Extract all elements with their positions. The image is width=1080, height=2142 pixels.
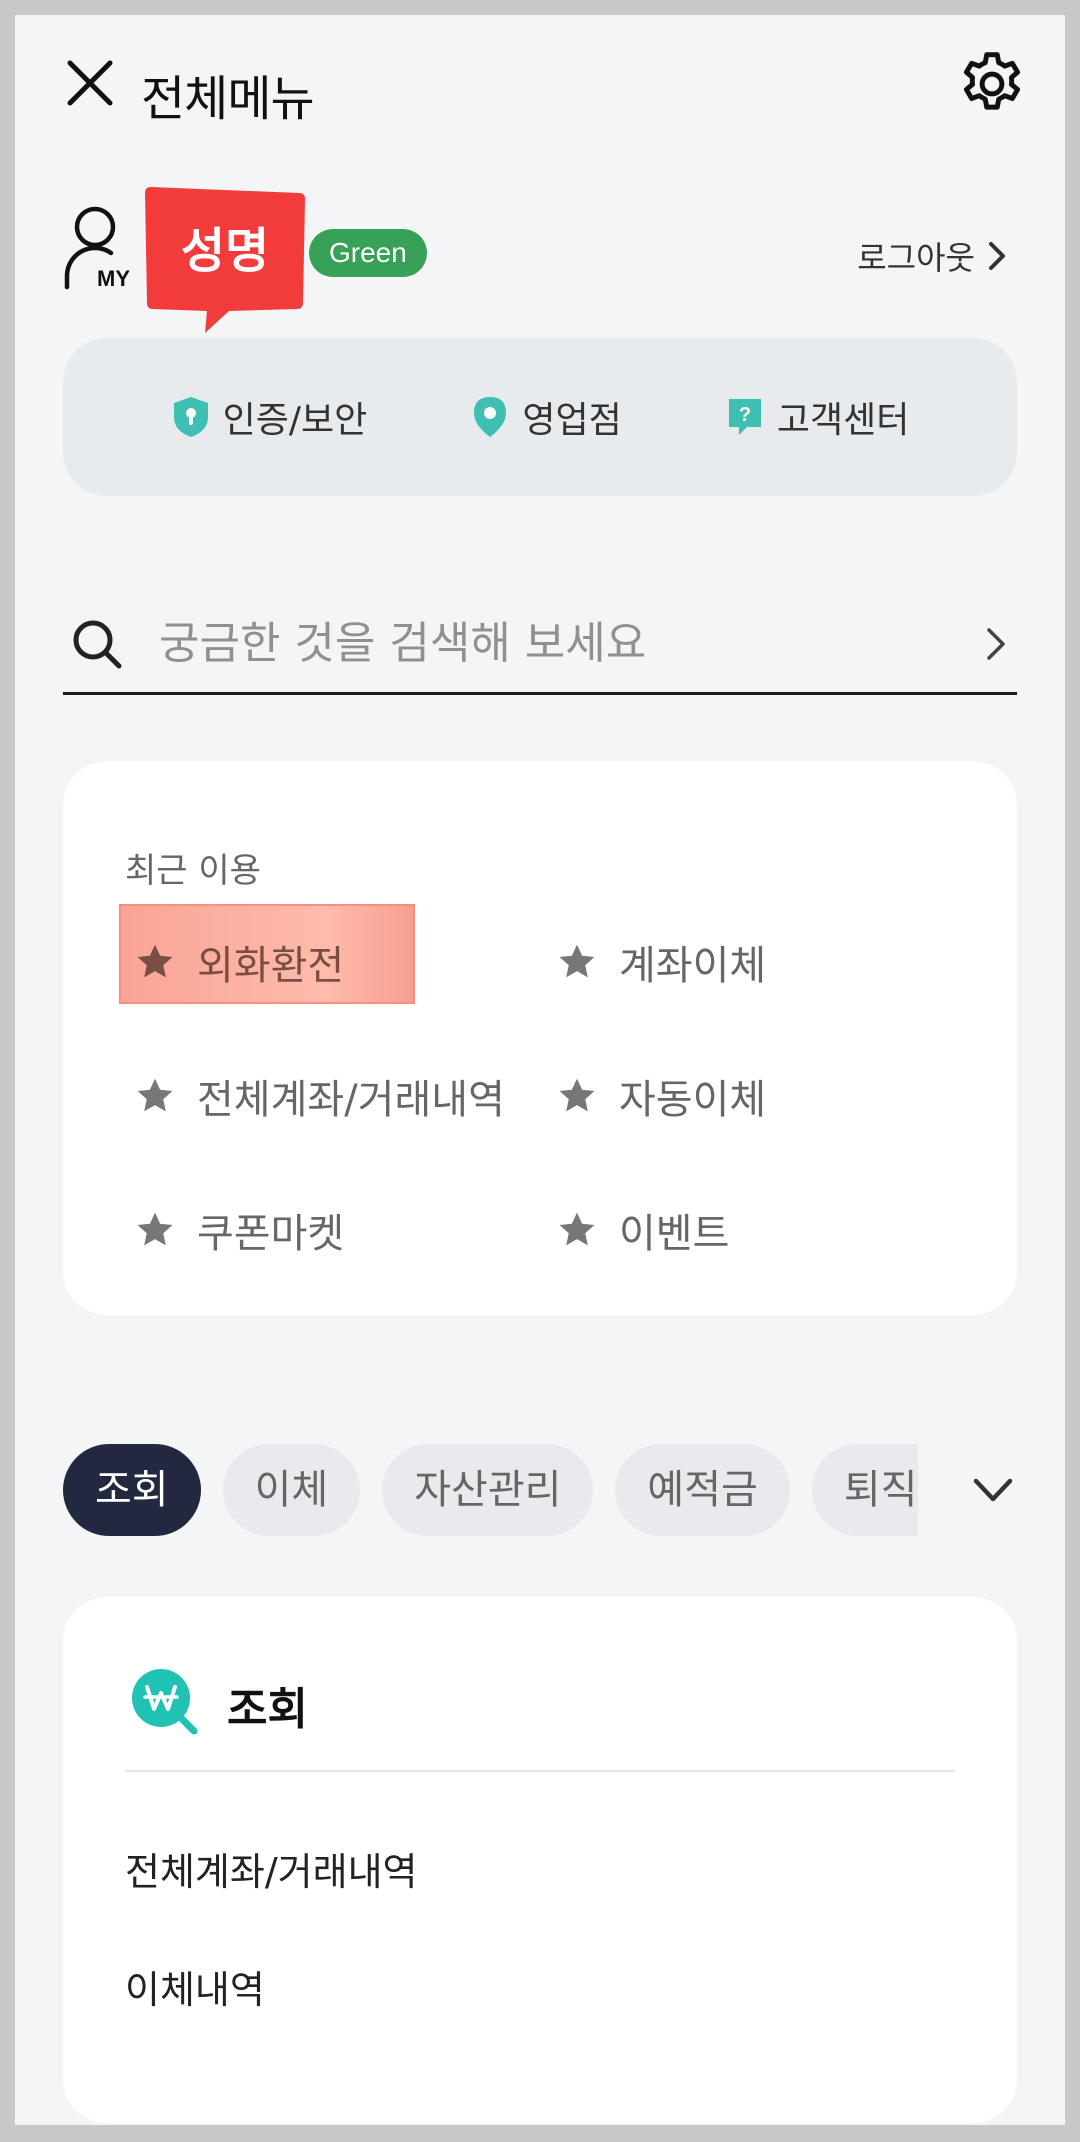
category-tabs: 조회 이체 자산관리 예적금 퇴직연금 — [63, 1444, 943, 1536]
recent-item-coupon-market[interactable]: 쿠폰마켓 — [133, 1201, 344, 1259]
recent-item-label: 자동이체 — [619, 1077, 767, 1123]
search-icon — [73, 620, 122, 668]
recent-item-transfer[interactable]: 계좌이체 — [555, 933, 766, 991]
won-search-icon — [132, 1669, 198, 1735]
logout-label: 로그아웃 — [857, 239, 975, 277]
divider — [125, 1770, 955, 1772]
tab-scroll-mask — [918, 1444, 958, 1536]
my-user-icon[interactable]: MY — [61, 201, 141, 291]
section-title: 조회 — [227, 1684, 308, 1735]
recent-item-label: 외화환전 — [197, 943, 345, 989]
quick-item-label: 영업점 — [522, 400, 622, 441]
my-label: MY — [97, 266, 130, 291]
recent-item-all-accounts[interactable]: 전체계좌/거래내역 — [133, 1067, 505, 1125]
star-icon[interactable] — [555, 940, 599, 984]
recent-item-event[interactable]: 이벤트 — [555, 1201, 729, 1259]
recent-item-label: 계좌이체 — [619, 943, 767, 989]
shield-icon — [173, 397, 208, 437]
quick-item-label: 인증/보안 — [222, 400, 368, 441]
chevron-right-icon — [989, 242, 1005, 270]
recent-item-auto-transfer[interactable]: 자동이체 — [555, 1067, 766, 1125]
quick-item-customer-center[interactable]: ? 고객센터 — [725, 391, 909, 443]
grade-badge: Green — [309, 229, 427, 277]
recent-title: 최근 이용 — [125, 851, 261, 891]
logout-button[interactable]: 로그아웃 — [857, 233, 1007, 279]
help-chat-icon: ? — [728, 399, 761, 435]
menu-link-all-accounts[interactable]: 전체계좌/거래내역 — [125, 1841, 417, 1896]
search-bar[interactable] — [63, 595, 1017, 695]
quick-item-branch[interactable]: 영업점 — [470, 391, 622, 443]
gear-icon[interactable] — [955, 47, 1029, 121]
search-input[interactable] — [159, 618, 983, 669]
quick-item-security[interactable]: 인증/보안 — [171, 391, 368, 443]
svg-text:?: ? — [739, 404, 751, 426]
recent-item-label: 전체계좌/거래내역 — [197, 1077, 505, 1123]
star-icon[interactable] — [555, 1208, 599, 1252]
close-icon[interactable] — [60, 53, 120, 113]
star-icon[interactable] — [555, 1074, 599, 1118]
quick-menu: 인증/보안 영업점 ? 고객센터 — [63, 338, 1017, 496]
location-pin-icon — [474, 397, 507, 437]
app-screen: 전체메뉴 MY 성명 Green 로그아웃 인증/보안 영업점 ? 고객센터 궁… — [15, 15, 1065, 2125]
quick-item-label: 고객센터 — [776, 400, 910, 441]
menu-link-transfer-history[interactable]: 이체내역 — [125, 1959, 265, 2014]
tab-inquiry[interactable]: 조회 — [63, 1444, 201, 1536]
tab-transfer[interactable]: 이체 — [222, 1444, 361, 1536]
tab-deposits[interactable]: 예적금 — [615, 1444, 790, 1536]
star-icon[interactable] — [133, 940, 177, 984]
star-icon[interactable] — [133, 1208, 177, 1252]
recent-item-label: 이벤트 — [619, 1211, 730, 1257]
recent-item-fx-exchange[interactable]: 외화환전 — [133, 933, 344, 991]
page-title: 전체메뉴 — [141, 71, 315, 127]
star-icon[interactable] — [133, 1074, 177, 1118]
chevron-down-icon[interactable] — [970, 1473, 1016, 1509]
recent-item-label: 쿠폰마켓 — [197, 1211, 345, 1257]
tab-asset-management[interactable]: 자산관리 — [382, 1444, 594, 1536]
chevron-right-icon[interactable] — [983, 624, 1009, 664]
user-name: 성명 — [180, 223, 270, 279]
